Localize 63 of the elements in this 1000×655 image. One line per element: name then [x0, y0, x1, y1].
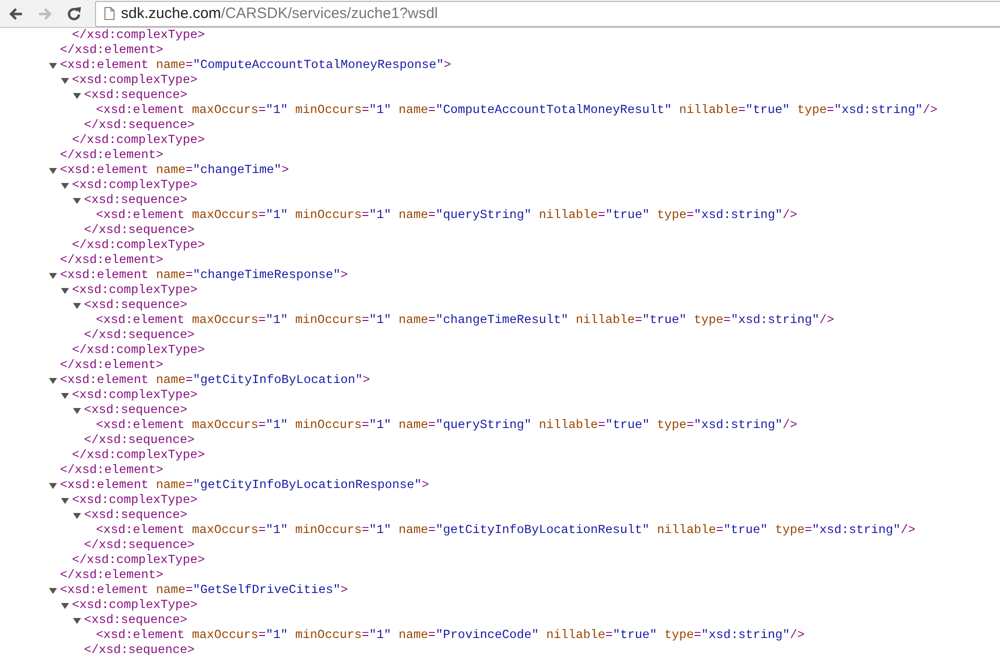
xml-tag-line: <xsd:sequence>	[84, 193, 188, 208]
xml-tag-line: <xsd:element maxOccurs="1" minOccurs="1" name="getCityInfoByLocationResult" nillable="true" type="xsd:string"/>	[96, 523, 916, 538]
toggle-triangle-icon[interactable]	[49, 482, 57, 490]
xml-tag-line: <xsd:complexType>	[72, 598, 198, 613]
xml-tag-line: <xsd:element name="changeTimeResponse">	[60, 268, 348, 283]
xml-tag-line: <xsd:complexType>	[72, 73, 198, 88]
xml-tag-line: <xsd:element maxOccurs="1" minOccurs="1" name="queryString" nillable="true" type="xsd:string"/>	[96, 418, 798, 433]
xml-closing-tag-line: </xsd:complexType>	[72, 553, 205, 568]
toggle-triangle-icon[interactable]	[73, 302, 81, 310]
toggle-triangle-icon[interactable]	[49, 586, 57, 594]
xml-closing-tag-line: </xsd:element>	[60, 463, 164, 478]
xml-closing-tag-line: </xsd:sequence>	[84, 538, 195, 553]
xml-tag-line: <xsd:sequence>	[84, 88, 188, 103]
toggle-triangle-icon[interactable]	[49, 376, 57, 384]
toggle-triangle-icon[interactable]	[61, 602, 69, 610]
xml-closing-tag-line: </xsd:element>	[60, 568, 164, 583]
toggle-triangle-icon[interactable]	[61, 286, 69, 294]
xml-closing-tag-line: </xsd:sequence>	[84, 223, 195, 238]
xml-closing-tag-line: </xsd:sequence>	[84, 118, 195, 133]
xml-closing-tag-line: </xsd:complexType>	[72, 343, 205, 358]
xml-tag-line: <xsd:complexType>	[72, 178, 198, 193]
xml-closing-tag-line: </xsd:complexType>	[72, 448, 205, 463]
xml-tag-line: <xsd:element name="changeTime">	[60, 163, 289, 178]
xml-tag-line: <xsd:sequence>	[84, 508, 188, 523]
back-arrow-icon[interactable]	[8, 6, 24, 22]
xml-closing-tag-line: </xsd:element>	[60, 43, 164, 58]
toggle-triangle-icon[interactable]	[49, 166, 57, 174]
xml-closing-tag-line: </xsd:element>	[60, 253, 164, 268]
toggle-triangle-icon[interactable]	[61, 392, 69, 400]
xml-closing-tag-line: </xsd:complexType>	[72, 133, 205, 148]
xml-closing-tag-line: </xsd:complexType>	[72, 28, 205, 43]
xml-tag-line: <xsd:sequence>	[84, 403, 188, 418]
page-icon	[104, 7, 115, 20]
xml-tag-line: <xsd:sequence>	[84, 298, 188, 313]
xml-closing-tag-line: </xsd:sequence>	[84, 433, 195, 448]
toggle-triangle-icon[interactable]	[61, 76, 69, 84]
reload-icon[interactable]	[66, 6, 82, 22]
xml-tag-line: <xsd:complexType>	[72, 493, 198, 508]
toggle-triangle-icon[interactable]	[73, 92, 81, 100]
xml-tag-line: <xsd:complexType>	[72, 388, 198, 403]
xml-tag-line: <xsd:element maxOccurs="1" minOccurs="1" name="queryString" nillable="true" type="xsd:string"/>	[96, 208, 798, 223]
address-bar[interactable]: sdk.zuche.com/CARSDK/services/zuche1?wsdl	[95, 0, 1000, 26]
toggle-triangle-icon[interactable]	[61, 182, 69, 190]
xml-tag-line: <xsd:element name="ComputeAccountTotalMoneyResponse">	[60, 58, 452, 73]
xml-tag-line: <xsd:element maxOccurs="1" minOccurs="1" name="changeTimeResult" nillable="true" type="xsd:string"/>	[96, 313, 834, 328]
xml-tag-line: <xsd:element name="getCityInfoByLocationResponse">	[60, 478, 430, 493]
toggle-triangle-icon[interactable]	[73, 512, 81, 520]
xml-tag-line: <xsd:element maxOccurs="1" minOccurs="1" name="ProvinceCode" nillable="true" type="xsd:string"/>	[96, 628, 805, 643]
toggle-triangle-icon[interactable]	[73, 196, 81, 204]
xml-tag-line: <xsd:sequence>	[84, 613, 188, 628]
toggle-triangle-icon[interactable]	[49, 62, 57, 70]
xml-closing-tag-line: </xsd:complexType>	[72, 238, 205, 253]
xml-tag-line: <xsd:element maxOccurs="1" minOccurs="1" name="ComputeAccountTotalMoneyResult" nillable="true" type="xsd:string"/>	[96, 103, 938, 118]
xml-tag-line: <xsd:complexType>	[72, 283, 198, 298]
xml-tag-line: <xsd:element name="GetSelfDriveCities">	[60, 583, 348, 598]
xml-closing-tag-line: </xsd:sequence>	[84, 328, 195, 343]
xml-closing-tag-line: </xsd:element>	[60, 148, 164, 163]
toggle-triangle-icon[interactable]	[61, 496, 69, 504]
toggle-triangle-icon[interactable]	[73, 616, 81, 624]
toggle-triangle-icon[interactable]	[49, 272, 57, 280]
toggle-triangle-icon[interactable]	[73, 406, 81, 414]
xml-closing-tag-line: </xsd:element>	[60, 358, 164, 373]
xml-tag-line: <xsd:element name="getCityInfoByLocation">	[60, 373, 370, 388]
